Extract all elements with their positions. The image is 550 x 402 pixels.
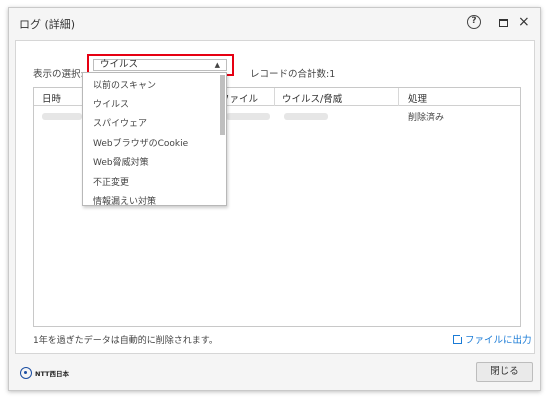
- dropdown-option-virus[interactable]: ウイルス: [93, 97, 129, 110]
- column-header-datetime[interactable]: 日時: [42, 91, 61, 105]
- dropdown-arrow-icon: ▲: [214, 61, 220, 69]
- title-bar: ログ (詳細) ? ×: [9, 8, 540, 38]
- ntt-logo-icon: [20, 367, 32, 379]
- maximize-icon[interactable]: [499, 19, 508, 27]
- redacted-threat: [284, 113, 328, 120]
- dropdown-option-cookie[interactable]: WebブラウザのCookie: [93, 136, 188, 149]
- dropdown-option-spyware[interactable]: スパイウェア: [93, 116, 147, 129]
- dropdown-option-data-leak[interactable]: 情報漏えい対策: [93, 194, 156, 205]
- export-icon: [453, 332, 464, 344]
- export-to-file-link[interactable]: ファイルに出力: [453, 332, 532, 346]
- logo-text: NTT西日本: [35, 370, 69, 378]
- row-status: 削除済み: [408, 113, 445, 123]
- dropdown-scrollbar[interactable]: [220, 75, 225, 135]
- filter-select[interactable]: ウイルス ▲: [93, 59, 227, 71]
- ntt-west-logo: NTT西日本: [20, 367, 69, 379]
- filter-label: 表示の選択:: [33, 69, 84, 80]
- filter-dropdown-list[interactable]: 以前のスキャン ウイルス スパイウェア WebブラウザのCookie Web脅威…: [82, 72, 227, 206]
- export-label: ファイルに出力: [465, 335, 532, 346]
- record-count: レコードの合計数:1: [250, 69, 336, 80]
- redacted-file: [226, 113, 270, 120]
- window-title: ログ (詳細): [19, 18, 76, 31]
- dropdown-option-previous-scan[interactable]: 以前のスキャン: [93, 78, 156, 91]
- filter-selected-value: ウイルス: [100, 59, 139, 70]
- dropdown-option-unauthorized-change[interactable]: 不正変更: [93, 175, 129, 188]
- column-divider[interactable]: [398, 88, 399, 106]
- redacted-datetime: [42, 113, 82, 120]
- close-button[interactable]: 閉じる: [476, 362, 533, 382]
- help-icon[interactable]: ?: [467, 15, 481, 29]
- column-divider[interactable]: [274, 88, 275, 106]
- column-header-threat[interactable]: ウイルス/脅威: [282, 91, 342, 105]
- close-icon[interactable]: ×: [518, 14, 530, 30]
- dropdown-option-web-threat[interactable]: Web脅威対策: [93, 155, 149, 168]
- column-header-action[interactable]: 処理: [408, 91, 427, 105]
- retention-note: 1年を過ぎたデータは自動的に削除されます。: [33, 336, 218, 346]
